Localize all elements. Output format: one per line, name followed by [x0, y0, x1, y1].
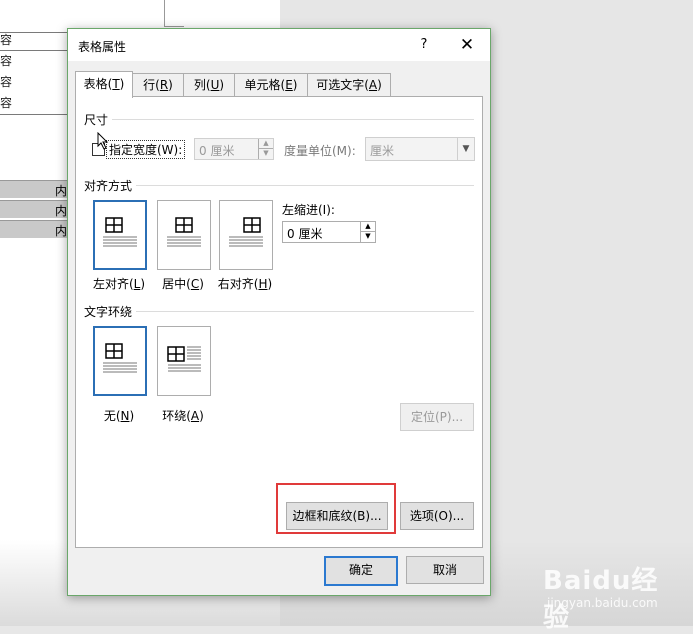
- tab-label: 表格: [83, 77, 108, 91]
- tab-table[interactable]: 表格(T): [75, 71, 133, 98]
- width-value: 0 厘米: [199, 144, 235, 158]
- tab-column[interactable]: 列(U): [183, 73, 235, 96]
- document-table-cell: 容: [0, 54, 13, 68]
- close-button[interactable]: ✕: [456, 34, 478, 56]
- section-divider: [112, 119, 474, 120]
- size-section-label: 尺寸: [84, 113, 109, 127]
- width-spinner[interactable]: 0 厘米 ▲ ▼: [194, 138, 274, 160]
- align-center-option[interactable]: [157, 200, 211, 270]
- wrap-none-label[interactable]: 无(N): [86, 407, 152, 424]
- section-divider: [136, 185, 474, 186]
- ok-button[interactable]: 确定: [324, 556, 398, 586]
- tab-mnemonic: R: [159, 78, 169, 92]
- tab-panel-table: 尺寸 指定宽度(W): 0 厘米 ▲ ▼ 度量单位(M): 厘米 ▼ 对齐方式: [75, 96, 483, 548]
- options-button[interactable]: 选项(O)...: [400, 502, 474, 530]
- alignment-section-label: 对齐方式: [84, 179, 133, 193]
- tab-cell[interactable]: 单元格(E): [234, 73, 308, 96]
- annotation-highlight-box: [276, 483, 396, 534]
- tab-mnemonic: A: [368, 78, 378, 92]
- document-table-rule: [0, 114, 68, 115]
- document-shaded-cell-text: 内: [55, 184, 68, 198]
- spin-up-icon[interactable]: ▲: [361, 222, 375, 231]
- document-shaded-cell-text: 内: [55, 224, 68, 238]
- align-left-icon: [103, 217, 137, 247]
- spin-down-icon[interactable]: ▼: [259, 148, 273, 158]
- tab-mnemonic: U: [210, 78, 220, 92]
- document-shaded-row: 内: [0, 220, 75, 238]
- spinner-arrows[interactable]: ▲ ▼: [258, 139, 273, 159]
- document-margin-mark: [164, 26, 184, 27]
- left-indent-value: 0 厘米: [287, 227, 323, 241]
- wrap-none-icon: [103, 343, 137, 373]
- align-left-label[interactable]: 左对齐(L): [86, 275, 152, 292]
- align-center-icon: [167, 217, 201, 247]
- watermark-url: jingyan.baidu.com: [547, 596, 658, 610]
- tab-row[interactable]: 行(R): [132, 73, 184, 96]
- tab-mnemonic: T: [112, 77, 120, 91]
- align-right-label[interactable]: 右对齐(H): [212, 275, 278, 292]
- option-mnemonic: H: [258, 277, 268, 291]
- section-divider: [136, 311, 474, 312]
- option-mnemonic: N: [120, 409, 130, 423]
- document-margin-mark: [164, 0, 165, 26]
- spin-up-icon[interactable]: ▲: [259, 139, 273, 148]
- mouse-cursor-icon: [97, 132, 109, 150]
- option-mnemonic: A: [190, 409, 200, 423]
- document-shaded-cell-text: 内: [55, 204, 68, 218]
- measure-unit-value: 厘米: [370, 144, 395, 158]
- help-button[interactable]: ?: [414, 35, 434, 55]
- wrap-none-option[interactable]: [93, 326, 147, 396]
- option-mnemonic: C: [190, 277, 200, 291]
- measure-unit-select[interactable]: 厘米 ▼: [365, 137, 475, 161]
- positioning-button[interactable]: 定位(P)...: [400, 403, 474, 431]
- spinner-arrows[interactable]: ▲ ▼: [360, 222, 375, 242]
- dialog-title: 表格属性: [78, 40, 127, 54]
- document-table-rule: [0, 50, 68, 51]
- spin-down-icon[interactable]: ▼: [361, 231, 375, 241]
- chevron-down-icon[interactable]: ▼: [457, 138, 474, 160]
- tab-label: 单元格: [244, 78, 281, 92]
- left-indent-label: 左缩进(I):: [282, 203, 335, 217]
- tab-mnemonic: E: [285, 78, 293, 92]
- align-left-option[interactable]: [93, 200, 147, 270]
- align-right-icon: [229, 217, 263, 247]
- document-shaded-row: 内: [0, 180, 75, 198]
- wrap-around-label[interactable]: 环绕(A): [150, 407, 216, 424]
- cancel-button[interactable]: 取消: [406, 556, 484, 584]
- baidu-jingyan-watermark: Baidu经验 jingyan.baidu.com: [533, 550, 673, 633]
- dialog-titlebar[interactable]: 表格属性 ? ✕: [68, 29, 490, 61]
- document-table-cell: 容: [0, 75, 13, 89]
- align-right-option[interactable]: [219, 200, 273, 270]
- tab-label: 列: [193, 78, 206, 92]
- option-label-text: 左对齐: [92, 277, 129, 291]
- document-table-cell: 容: [0, 33, 13, 47]
- wrap-around-option[interactable]: [157, 326, 211, 396]
- tab-alt-text[interactable]: 可选文字(A): [307, 73, 391, 96]
- document-shaded-row: 内: [0, 200, 75, 218]
- option-label-text: 环绕: [162, 409, 187, 423]
- left-indent-spinner[interactable]: 0 厘米 ▲ ▼: [282, 221, 376, 243]
- option-label-text: 无: [103, 409, 116, 423]
- document-table-cell: 容: [0, 96, 13, 110]
- option-label-text: 右对齐: [217, 277, 254, 291]
- tab-label: 可选文字: [316, 78, 365, 92]
- wrapping-section-label: 文字环绕: [84, 305, 133, 319]
- option-mnemonic: L: [133, 277, 141, 291]
- tab-label: 行: [143, 78, 156, 92]
- wrap-around-icon: [167, 346, 201, 372]
- align-center-label[interactable]: 居中(C): [150, 275, 216, 292]
- measure-unit-label: 度量单位(M):: [284, 144, 356, 158]
- option-label-text: 居中: [162, 277, 187, 291]
- preferred-width-label[interactable]: 指定宽度(W):: [106, 140, 186, 159]
